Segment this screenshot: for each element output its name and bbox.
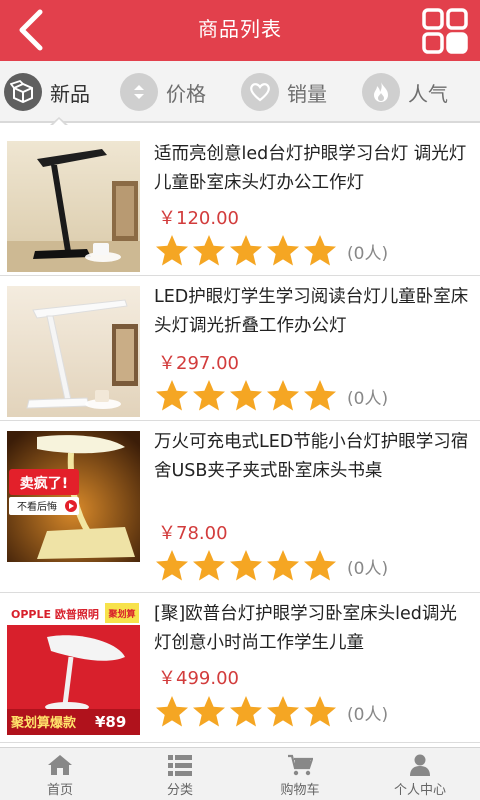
star-icon (193, 550, 225, 581)
product-title: [聚]欧普台灯护眼学习卧室床头led调光灯创意小时尚工作学生儿童 (154, 604, 457, 653)
star-icon (193, 235, 225, 266)
product-price: ￥120.00 (158, 208, 239, 229)
product-title: LED护眼灯学生学习阅读台灯儿童卧室床头灯调光折叠工作办公灯 (154, 287, 469, 336)
star-icon (304, 235, 336, 266)
heart-icon (241, 73, 279, 111)
rating-stars: (0人) (154, 233, 388, 269)
badge-text: 聚划算 (107, 608, 135, 620)
star-icon (267, 696, 299, 727)
tab-label: 销量 (287, 81, 327, 106)
star-icon (230, 380, 262, 411)
promo-headline: 卖疯了! (20, 475, 68, 492)
star-icon (193, 696, 225, 727)
product-image (7, 286, 140, 417)
star-icon (230, 550, 262, 581)
page-title: 商品列表 (198, 17, 282, 41)
product-item[interactable]: 卖疯了! 不看后悔 万火可充电式LED节能小台灯护眼学习宿舍USB夹子夹式卧室床… (0, 421, 480, 593)
nav-label: 首页 (46, 783, 73, 798)
nav-profile[interactable]: 个人中心 (360, 748, 480, 800)
nav-label: 个人中心 (393, 783, 446, 798)
product-title: 万火可充电式LED节能小台灯护眼学习宿舍USB夹子夹式卧室床头书桌 (154, 432, 469, 481)
star-icon (156, 380, 188, 411)
banner-price: ¥89 (95, 713, 126, 731)
app-header: 商品列表 (0, 0, 480, 61)
star-icon (230, 696, 262, 727)
cart-icon (288, 754, 313, 776)
star-icon (230, 235, 262, 266)
product-price: ￥297.00 (158, 353, 239, 374)
sort-tabs: 新品 价格 销量 人气 (0, 61, 480, 123)
sort-arrows-icon (120, 73, 158, 111)
tab-label: 新品 (50, 81, 90, 106)
product-image: 卖疯了! 不看后悔 (7, 431, 140, 562)
nav-home[interactable]: 首页 (0, 748, 120, 800)
tab-label: 人气 (408, 81, 448, 106)
grid-view-button[interactable] (420, 8, 470, 54)
product-list: 适而亮创意led台灯护眼学习台灯 调光灯儿童卧室床头灯办公工作灯 ￥120.00… (0, 125, 480, 747)
home-icon (48, 755, 72, 775)
product-item[interactable]: LED护眼灯学生学习阅读台灯儿童卧室床头灯调光折叠工作办公灯 ￥297.00 (… (0, 276, 480, 421)
review-count: (0人) (347, 388, 389, 409)
box-icon (4, 73, 42, 111)
star-icon (156, 235, 188, 266)
star-icon (304, 380, 336, 411)
nav-cart[interactable]: 购物车 (240, 748, 360, 800)
star-icon (267, 235, 299, 266)
product-image (7, 141, 140, 272)
product-title: 适而亮创意led台灯护眼学习台灯 调光灯儿童卧室床头灯办公工作灯 (154, 144, 467, 193)
tab-popularity[interactable]: 人气 (362, 61, 448, 123)
tab-sales[interactable]: 销量 (241, 61, 327, 123)
nav-label: 分类 (166, 783, 193, 798)
review-count: (0人) (347, 704, 389, 725)
tab-label: 价格 (166, 81, 206, 106)
tab-new[interactable]: 新品 (4, 61, 90, 123)
product-item[interactable]: OPPLE 欧普照明 聚划算 聚划算爆款 ¥89 [聚]欧普台灯护眼学习卧室床头… (0, 593, 480, 743)
rating-stars: (0人) (154, 548, 388, 584)
user-icon (410, 754, 430, 776)
rating-stars: (0人) (154, 378, 388, 414)
grid-view-icon (422, 8, 468, 54)
review-count: (0人) (347, 558, 389, 579)
bottom-nav: 首页 分类 购物车 个人中心 (0, 747, 480, 800)
tab-price[interactable]: 价格 (120, 61, 206, 123)
star-icon (156, 550, 188, 581)
star-icon (304, 550, 336, 581)
list-icon (168, 755, 192, 776)
star-icon (193, 380, 225, 411)
flame-icon (362, 73, 400, 111)
active-tab-indicator (50, 117, 68, 126)
star-icon (304, 696, 336, 727)
product-item[interactable]: 适而亮创意led台灯护眼学习台灯 调光灯儿童卧室床头灯办公工作灯 ￥120.00… (0, 125, 480, 276)
banner-text: 聚划算爆款 (10, 715, 77, 731)
nav-label: 购物车 (280, 783, 320, 798)
review-count: (0人) (347, 243, 389, 264)
star-icon (267, 550, 299, 581)
star-icon (156, 696, 188, 727)
promo-subline: 不看后悔 (17, 500, 57, 513)
nav-category[interactable]: 分类 (120, 748, 240, 800)
rating-stars: (0人) (154, 694, 388, 730)
product-price: ￥499.00 (158, 668, 239, 689)
product-price: ￥78.00 (158, 523, 228, 544)
brand-text: OPPLE 欧普照明 (11, 607, 99, 621)
product-image: OPPLE 欧普照明 聚划算 聚划算爆款 ¥89 (7, 601, 140, 735)
star-icon (267, 380, 299, 411)
